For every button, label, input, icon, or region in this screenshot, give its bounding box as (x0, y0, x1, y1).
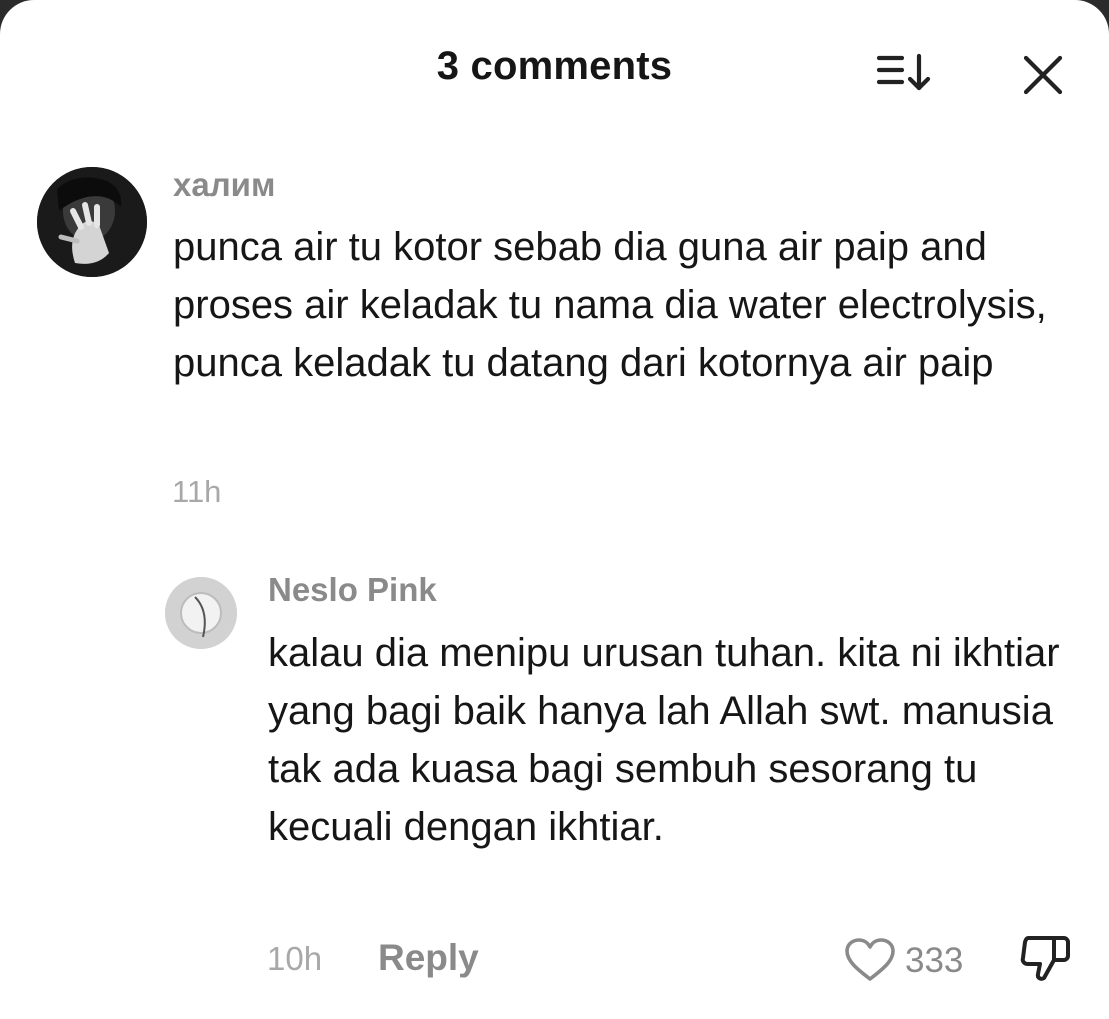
user-avatar[interactable] (37, 167, 147, 277)
comment-username[interactable]: халим (173, 166, 275, 204)
reply-button[interactable]: Reply (378, 937, 479, 979)
comments-sheet: 3 comments халим punca air tu kotor seba… (0, 0, 1109, 1019)
comments-count-title: 3 comments (436, 44, 673, 88)
reply-text: kalau dia menipu urusan tuhan. kita ni i… (268, 631, 1060, 849)
heart-icon (845, 938, 895, 981)
sort-icon (876, 53, 931, 91)
reply-timestamp: 10h (267, 940, 323, 977)
dislike-button[interactable] (1018, 932, 1074, 984)
close-button[interactable] (1020, 50, 1068, 98)
comment-timestamp: 11h (172, 474, 222, 509)
reply-user-avatar[interactable] (165, 577, 237, 649)
sort-button[interactable] (876, 50, 934, 98)
like-count: 333 (905, 941, 964, 980)
avatar-photo (165, 577, 237, 649)
like-button[interactable]: 333 (843, 935, 983, 985)
close-icon (1023, 55, 1063, 95)
thumbs-down-icon (1020, 936, 1070, 981)
avatar-photo (37, 167, 147, 277)
comment-text: punca air tu kotor sebab dia guna air pa… (173, 225, 1047, 385)
reply-username[interactable]: Neslo Pink (268, 571, 437, 609)
